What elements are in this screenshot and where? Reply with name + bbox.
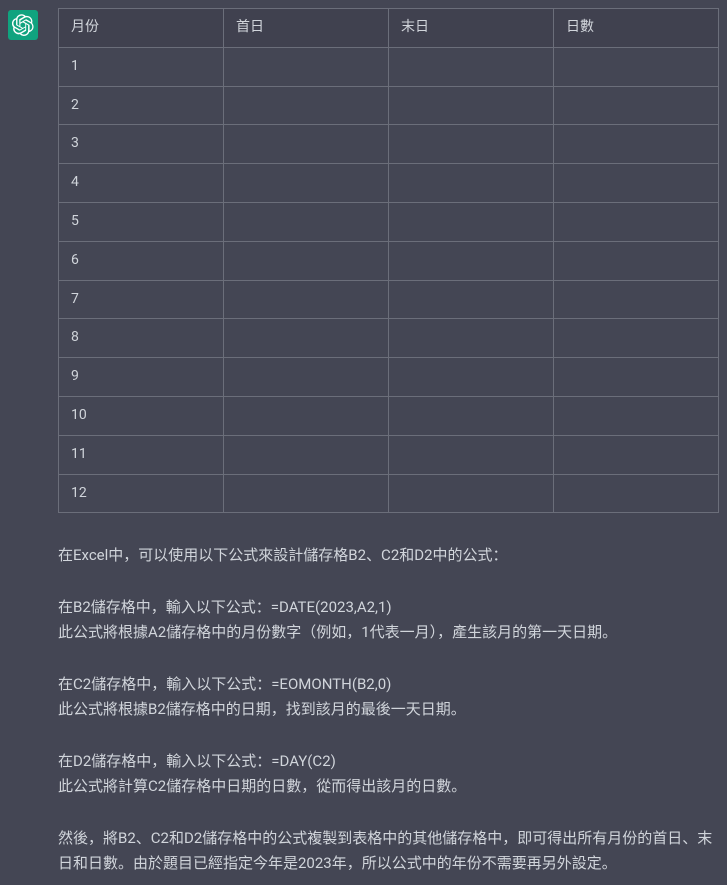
table-cell [554,474,719,513]
table-cell [554,319,719,358]
table-cell [389,164,554,203]
months-table: 月份 首日 末日 日數 123456789101112 [58,8,719,513]
table-row: 5 [59,202,719,241]
table-row: 12 [59,474,719,513]
table-cell [224,47,389,86]
table-row: 10 [59,396,719,435]
openai-logo-icon [12,14,34,36]
table-cell [389,202,554,241]
table-cell [224,241,389,280]
table-row: 6 [59,241,719,280]
table-cell [554,47,719,86]
table-cell [224,202,389,241]
table-cell: 10 [59,396,224,435]
table-cell: 2 [59,86,224,125]
table-row: 4 [59,164,719,203]
table-cell [389,86,554,125]
table-row: 2 [59,86,719,125]
table-cell [554,125,719,164]
response-content: 月份 首日 末日 日數 123456789101112 在Excel中，可以使用… [58,8,719,877]
message-container: 月份 首日 末日 日數 123456789101112 在Excel中，可以使用… [0,0,727,885]
table-cell [224,358,389,397]
table-cell: 4 [59,164,224,203]
table-cell [224,86,389,125]
table-cell [224,319,389,358]
chatgpt-avatar [8,10,38,40]
table-row: 9 [59,358,719,397]
d2-description: 此公式將計算C2儲存格中日期的日數，從而得出該月的日數。 [58,777,466,795]
b2-paragraph: 在B2儲存格中，輸入以下公式：=DATE(2023,A2,1) 此公式將根據A2… [58,595,719,646]
d2-formula: 在D2儲存格中，輸入以下公式：=DAY(C2) [58,752,336,770]
table-cell: 1 [59,47,224,86]
table-cell [554,202,719,241]
table-cell: 8 [59,319,224,358]
summary-paragraph: 然後，將B2、C2和D2儲存格中的公式複製到表格中的其他儲存格中，即可得出所有月… [58,826,719,877]
table-cell: 6 [59,241,224,280]
table-cell [554,358,719,397]
table-cell [224,280,389,319]
header-last-day: 末日 [389,9,554,48]
table-cell [554,241,719,280]
table-cell [554,435,719,474]
table-cell: 3 [59,125,224,164]
table-cell: 12 [59,474,224,513]
table-cell [389,280,554,319]
d2-paragraph: 在D2儲存格中，輸入以下公式：=DAY(C2) 此公式將計算C2儲存格中日期的日… [58,749,719,800]
table-cell [389,435,554,474]
c2-description: 此公式將根據B2儲存格中的日期，找到該月的最後一天日期。 [58,700,466,718]
b2-description: 此公式將根據A2儲存格中的月份數字（例如，1代表一月），產生該月的第一天日期。 [58,623,617,641]
header-days: 日數 [554,9,719,48]
table-header-row: 月份 首日 末日 日數 [59,9,719,48]
summary-text: 然後，將B2、C2和D2儲存格中的公式複製到表格中的其他儲存格中，即可得出所有月… [58,829,712,873]
table-cell [389,47,554,86]
table-cell [224,396,389,435]
table-cell [389,474,554,513]
c2-paragraph: 在C2儲存格中，輸入以下公式：=EOMONTH(B2,0) 此公式將根據B2儲存… [58,672,719,723]
table-cell [389,319,554,358]
intro-text: 在Excel中，可以使用以下公式來設計儲存格B2、C2和D2中的公式： [58,546,508,564]
table-cell [389,125,554,164]
table-row: 3 [59,125,719,164]
table-row: 8 [59,319,719,358]
table-row: 1 [59,47,719,86]
table-cell: 9 [59,358,224,397]
table-cell: 5 [59,202,224,241]
table-cell [224,125,389,164]
table-cell [389,241,554,280]
table-cell [554,280,719,319]
table-cell [224,474,389,513]
table-cell [554,396,719,435]
intro-paragraph: 在Excel中，可以使用以下公式來設計儲存格B2、C2和D2中的公式： [58,543,719,569]
table-cell [554,164,719,203]
table-cell [389,396,554,435]
b2-formula: 在B2儲存格中，輸入以下公式：=DATE(2023,A2,1) [58,598,392,616]
c2-formula: 在C2儲存格中，輸入以下公式：=EOMONTH(B2,0) [58,675,391,693]
table-cell: 11 [59,435,224,474]
header-first-day: 首日 [224,9,389,48]
table-cell: 7 [59,280,224,319]
table-row: 11 [59,435,719,474]
table-cell [389,358,554,397]
table-cell [224,435,389,474]
table-cell [554,86,719,125]
table-cell [224,164,389,203]
header-month: 月份 [59,9,224,48]
table-row: 7 [59,280,719,319]
